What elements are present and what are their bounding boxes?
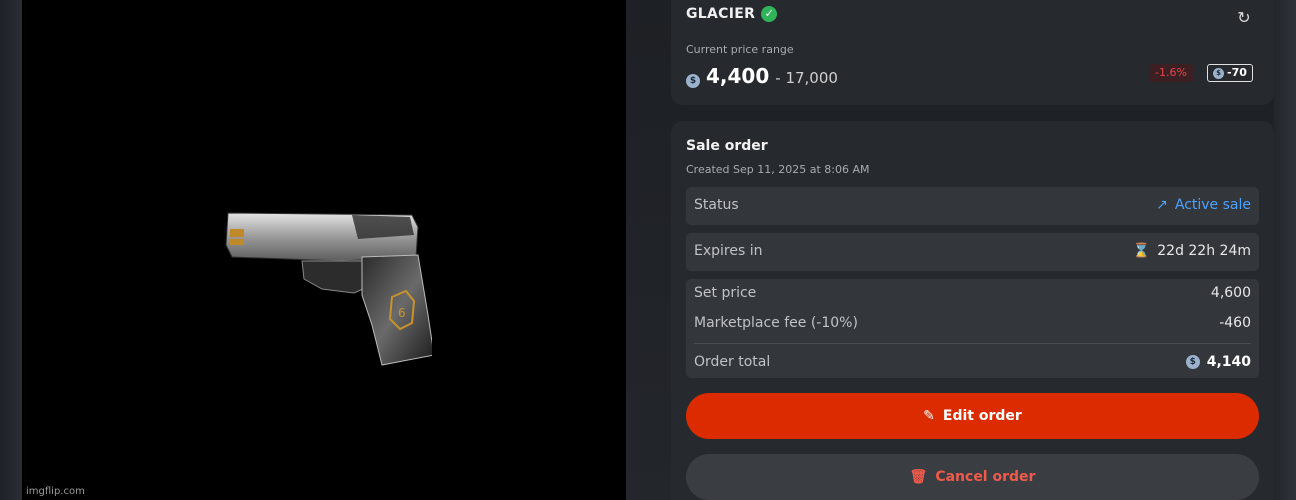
expires-label: Expires in	[694, 243, 763, 259]
set-price-label: Set price	[694, 285, 757, 301]
pistol-image: 6	[225, 212, 432, 366]
status-row: Status ↗ Active sale	[686, 187, 1259, 225]
order-total-label: Order total	[694, 354, 771, 370]
item-title-row: GLACIER ✓	[686, 6, 778, 22]
refresh-icon[interactable]: ↻	[1234, 8, 1254, 28]
pencil-icon: ✎	[923, 408, 935, 424]
edit-order-label: Edit order	[942, 408, 1022, 424]
price-change-coins-badge: $ -70	[1207, 64, 1253, 82]
svg-text:6: 6	[398, 306, 406, 320]
status-value: Active sale	[1174, 197, 1251, 213]
sale-order-created: Created Sep 11, 2025 at 8:06 AM	[686, 163, 870, 176]
fee-value: -460	[1219, 315, 1251, 331]
price-change-percent-badge: -1.6%	[1149, 64, 1193, 82]
background-right-strip	[1274, 0, 1296, 500]
edit-order-button[interactable]: ✎ Edit order	[686, 393, 1259, 439]
coin-icon: $	[686, 74, 700, 88]
cancel-order-button[interactable]: 🗑 Cancel order	[686, 454, 1259, 500]
sale-order-title: Sale order	[686, 138, 768, 154]
set-price-value: 4,600	[1210, 285, 1251, 301]
price-range-label: Current price range	[686, 43, 794, 56]
price-change-coins: -70	[1227, 66, 1247, 79]
trash-icon: 🗑	[909, 469, 928, 485]
status-label: Status	[694, 197, 739, 213]
hourglass-icon: ⌛	[1132, 243, 1151, 259]
check-circle-icon: ✓	[761, 6, 778, 22]
cancel-order-label: Cancel order	[935, 469, 1036, 485]
background-left-strip	[0, 0, 22, 500]
fee-label: Marketplace fee (-10%)	[694, 315, 858, 331]
expires-value-group: ⌛ 22d 22h 24m	[1133, 243, 1251, 259]
active-sale-link[interactable]: ↗ Active sale	[1156, 197, 1251, 213]
item-name: GLACIER	[686, 6, 756, 22]
expires-row: Expires in ⌛ 22d 22h 24m	[686, 233, 1259, 271]
price-min: 4,400	[706, 64, 770, 88]
item-preview-panel: 6 imgflip.com	[22, 0, 626, 500]
order-total-group: $ 4,140	[1185, 354, 1251, 370]
price-range: $ 4,400 - 17,000	[686, 64, 838, 88]
coin-icon: $	[1185, 355, 1200, 369]
coin-icon: $	[1213, 67, 1224, 79]
expires-value: 22d 22h 24m	[1157, 243, 1251, 259]
price-max: - 17,000	[775, 69, 838, 87]
watermark-text: imgflip.com	[26, 486, 85, 497]
divider	[694, 343, 1251, 344]
arrow-up-right-icon: ↗	[1156, 197, 1168, 213]
price-breakdown-box: Set price 4,600 Marketplace fee (-10%) -…	[686, 279, 1259, 378]
order-total-value: 4,140	[1206, 354, 1251, 370]
